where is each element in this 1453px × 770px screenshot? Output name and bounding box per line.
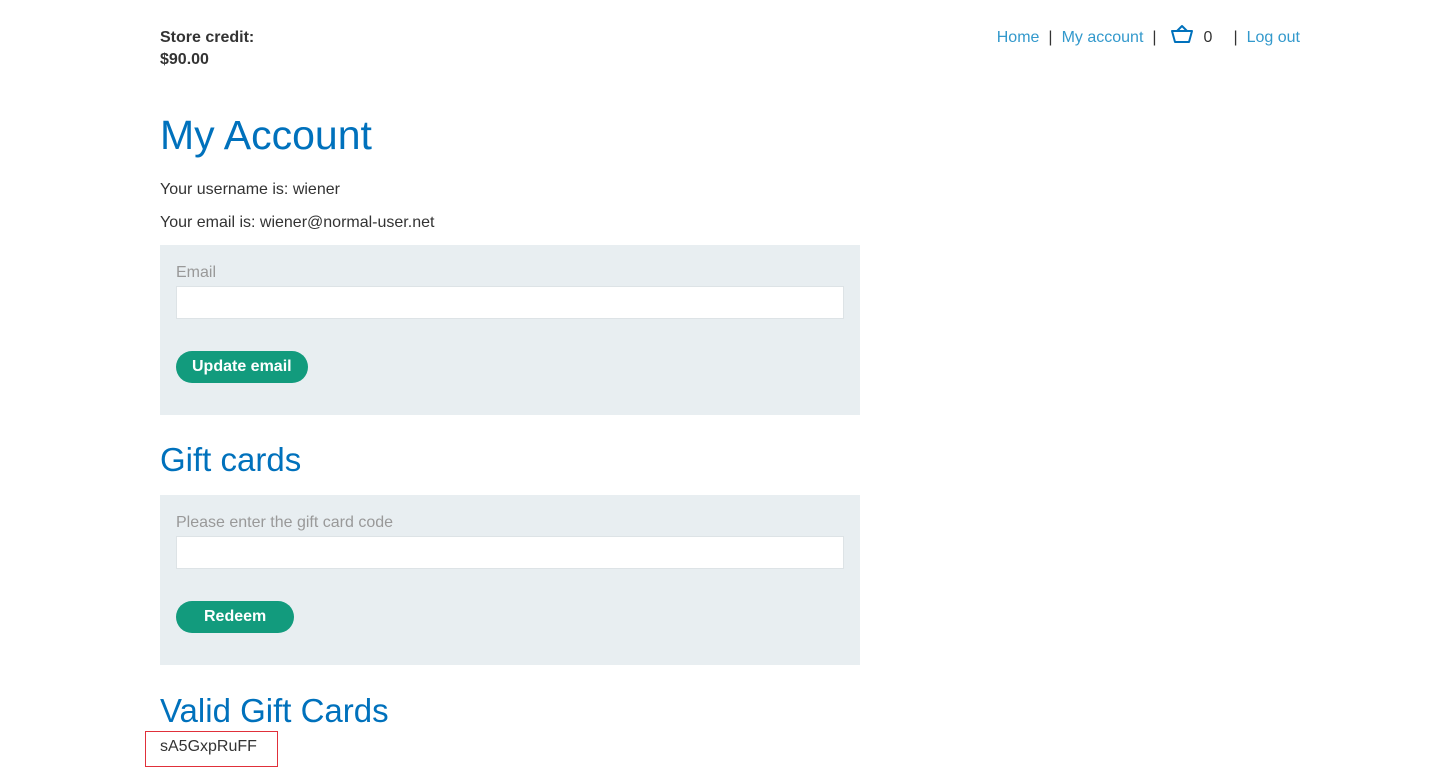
page: Store credit: $90.00 Home | My account |… bbox=[0, 0, 1453, 770]
gift-card-code-label: Please enter the gift card code bbox=[176, 514, 394, 531]
page-title: My Account bbox=[160, 112, 372, 158]
valid-gift-card-highlight: sA5GxpRuFF bbox=[145, 731, 278, 767]
nav-separator: | bbox=[1152, 29, 1157, 46]
main-content: My Account Your username is: wiener Your… bbox=[160, 104, 860, 732]
store-credit: Store credit: $90.00 bbox=[160, 27, 254, 71]
nav-log-out-link[interactable]: Log out bbox=[1247, 26, 1300, 50]
email-label: Email bbox=[176, 264, 217, 281]
gift-card-code-input[interactable] bbox=[176, 536, 844, 569]
top-nav: Home | My account | 0 | Log out bbox=[997, 24, 1300, 52]
email-input[interactable] bbox=[176, 286, 844, 319]
redeem-gift-card-form: Please enter the gift card code Redeem bbox=[160, 495, 860, 665]
store-credit-amount: $90.00 bbox=[160, 51, 209, 68]
valid-gift-card-code: sA5GxpRuFF bbox=[160, 738, 257, 755]
redeem-button[interactable]: Redeem bbox=[176, 601, 295, 633]
cart-link[interactable]: 0 bbox=[1170, 24, 1225, 52]
nav-separator: | bbox=[1233, 29, 1238, 46]
basket-icon bbox=[1170, 24, 1194, 52]
nav-separator: | bbox=[1048, 29, 1053, 46]
gift-cards-title: Gift cards bbox=[160, 441, 302, 478]
valid-gift-cards-title: Valid Gift Cards bbox=[160, 692, 389, 729]
nav-home-link[interactable]: Home bbox=[997, 26, 1040, 50]
username-text: Your username is: wiener bbox=[160, 181, 340, 198]
update-email-form: Email Update email bbox=[160, 245, 860, 415]
cart-count: 0 bbox=[1203, 29, 1213, 46]
nav-my-account-link[interactable]: My account bbox=[1062, 26, 1144, 50]
store-credit-label: Store credit: bbox=[160, 29, 255, 46]
email-text: Your email is: wiener@normal-user.net bbox=[160, 214, 435, 231]
update-email-button[interactable]: Update email bbox=[176, 351, 308, 383]
